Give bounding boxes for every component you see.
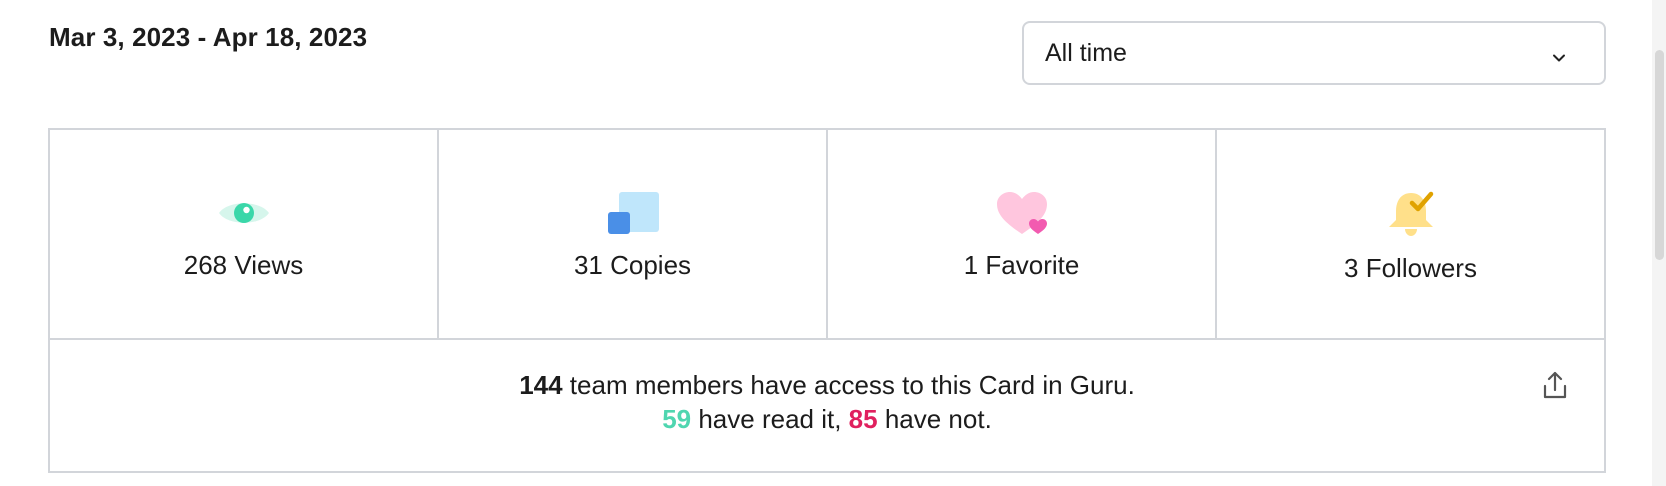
copies-label: Copies <box>610 250 692 280</box>
chevron-down-icon <box>1550 45 1568 63</box>
stat-favorite: 1 Favorite <box>828 130 1217 338</box>
unread-text: have not. <box>877 404 992 434</box>
access-line-members: 144 team members have access to this Car… <box>50 370 1604 401</box>
time-filter-value: All time <box>1045 38 1127 67</box>
favorite-count: 1 <box>963 250 979 280</box>
access-summary: 144 team members have access to this Car… <box>50 340 1604 471</box>
followers-label: Followers <box>1365 253 1477 283</box>
scrollbar-thumb[interactable] <box>1655 50 1664 260</box>
bell-check-icon <box>1383 190 1439 236</box>
eye-icon <box>216 190 272 236</box>
card-stats-panel: 268 Views 31 Copies 1 Favorite 3 Followe… <box>48 128 1606 473</box>
copies-count: 31 <box>573 250 603 280</box>
members-text: team members have access to this Card in… <box>562 370 1135 400</box>
views-count: 268 <box>183 250 228 280</box>
heart-icon <box>994 190 1050 236</box>
members-count: 144 <box>519 370 563 400</box>
access-line-read: 59 have read it, 85 have not. <box>50 404 1604 435</box>
followers-count: 3 <box>1344 253 1359 283</box>
stats-row: 268 Views 31 Copies 1 Favorite 3 Followe… <box>50 130 1604 340</box>
read-count: 59 <box>662 404 692 434</box>
stat-followers: 3 Followers <box>1217 130 1604 338</box>
stat-copies: 31 Copies <box>439 130 828 338</box>
time-filter-select[interactable]: All time <box>1022 21 1606 85</box>
copy-icon <box>605 190 661 236</box>
stat-views: 268 Views <box>50 130 439 338</box>
export-icon[interactable] <box>1542 370 1568 400</box>
favorite-label: Favorite <box>985 250 1080 280</box>
page-scrollbar[interactable] <box>1652 0 1666 486</box>
views-label: Views <box>234 250 304 280</box>
date-range: Mar 3, 2023 - Apr 18, 2023 <box>49 22 368 52</box>
unread-count: 85 <box>848 404 878 434</box>
read-text: have read it, <box>691 404 849 434</box>
